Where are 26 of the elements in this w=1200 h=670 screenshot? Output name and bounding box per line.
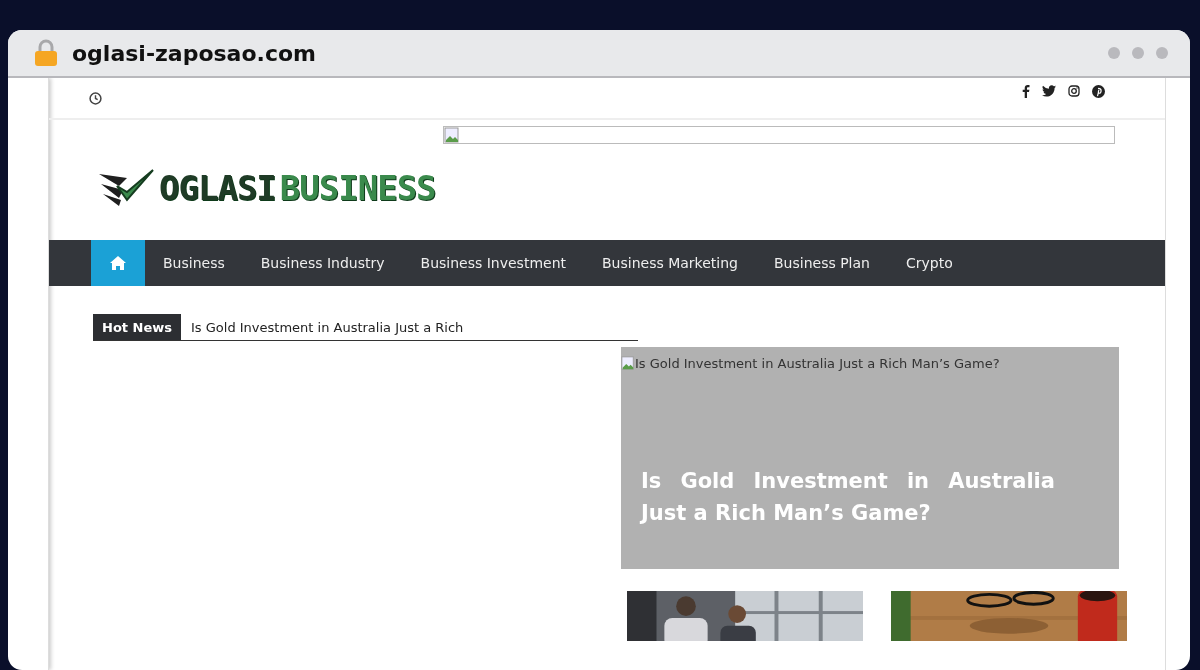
logo-text[interactable]: OGLASI bbox=[159, 168, 276, 208]
nav-link[interactable]: Business Industry bbox=[242, 240, 403, 286]
nav-link[interactable]: Business Plan bbox=[756, 240, 888, 286]
window-dot[interactable] bbox=[1156, 47, 1168, 59]
logo-text[interactable]: BUSINESS bbox=[279, 168, 436, 208]
pinterest-icon[interactable] bbox=[1092, 84, 1105, 98]
nav-link[interactable]: Business Investment bbox=[402, 240, 584, 286]
featured-card[interactable]: Is Gold Investment in Australia Just a Rich Man’s Game? Is Gold Investment in Australia Just a Rich Man’s Game? bbox=[621, 347, 1119, 569]
twitter-icon[interactable] bbox=[1042, 85, 1056, 97]
facebook-icon[interactable] bbox=[1022, 84, 1030, 98]
instagram-icon[interactable] bbox=[1068, 85, 1080, 97]
window-dot[interactable] bbox=[1132, 47, 1144, 59]
home-tab[interactable] bbox=[91, 240, 145, 286]
clock-icon bbox=[89, 91, 102, 105]
hot-news-label: Hot News bbox=[93, 314, 181, 340]
checkmark-logo-icon bbox=[99, 168, 155, 208]
image-alt-text: Is Gold Investment in Australia Just a Rich Man’s Game? bbox=[635, 355, 1000, 371]
broken-image-icon bbox=[621, 355, 635, 371]
ticker-headline[interactable]: Is Gold Investment in Australia Just a Rich bbox=[191, 319, 464, 335]
nav-link[interactable]: Business Marketing bbox=[584, 240, 756, 286]
window-dot[interactable] bbox=[1108, 47, 1120, 59]
broken-image-icon bbox=[444, 127, 460, 143]
nav-link[interactable]: Crypto bbox=[887, 240, 971, 286]
lock-icon bbox=[34, 39, 58, 67]
home-icon bbox=[109, 255, 127, 271]
nav-link[interactable]: Business bbox=[145, 240, 243, 286]
